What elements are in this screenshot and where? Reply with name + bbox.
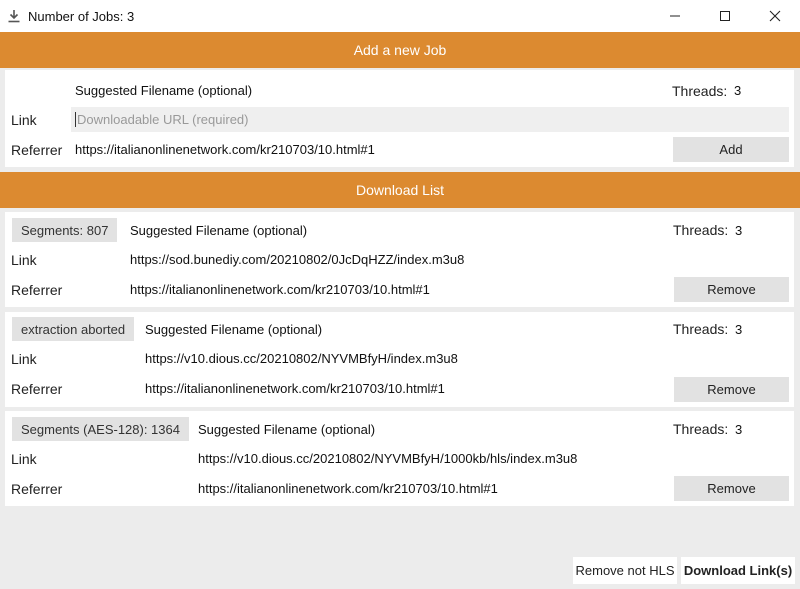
link-label: Link	[11, 112, 37, 128]
maximize-icon	[720, 11, 730, 21]
threads-value[interactable]: 3	[735, 322, 742, 337]
job-status-badge: Segments (AES-128): 1364	[12, 417, 189, 441]
referrer-value: https://italianonlinenetwork.com/kr21070…	[130, 282, 430, 297]
remove-button[interactable]: Remove	[674, 377, 789, 402]
remove-not-hls-button[interactable]: Remove not HLS	[573, 557, 677, 584]
link-label: Link	[11, 451, 37, 467]
threads-label: Threads:	[672, 83, 728, 99]
threads-value[interactable]: 3	[735, 422, 742, 437]
title-bar: Number of Jobs: 3	[0, 0, 800, 32]
close-icon	[769, 10, 781, 22]
filename-field[interactable]: Suggested Filename (optional)	[130, 223, 307, 238]
link-label: Link	[11, 351, 37, 367]
link-input[interactable]: Downloadable URL (required)	[71, 107, 789, 132]
job-panel: Segments: 807 Suggested Filename (option…	[5, 212, 794, 307]
download-list-header: Download List	[0, 172, 800, 208]
minimize-button[interactable]	[650, 0, 700, 32]
referrer-label: Referrer	[11, 282, 63, 298]
referrer-input[interactable]: https://italianonlinenetwork.com/kr21070…	[75, 142, 375, 157]
referrer-value: https://italianonlinenetwork.com/kr21070…	[145, 381, 445, 396]
download-icon	[8, 10, 20, 23]
remove-button[interactable]: Remove	[674, 476, 789, 501]
job-status-badge: extraction aborted	[12, 317, 135, 341]
threads-label: Threads:	[673, 321, 729, 337]
filename-field[interactable]: Suggested Filename (optional)	[75, 83, 252, 98]
referrer-label: Referrer	[11, 381, 63, 397]
filename-field[interactable]: Suggested Filename (optional)	[198, 422, 375, 437]
close-button[interactable]	[750, 0, 800, 32]
remove-button[interactable]: Remove	[674, 277, 789, 302]
threads-label: Threads:	[673, 222, 729, 238]
referrer-value: https://italianonlinenetwork.com/kr21070…	[198, 481, 498, 496]
add-job-header: Add a new Job	[0, 32, 800, 68]
job-panel: Segments (AES-128): 1364 Suggested Filen…	[5, 411, 794, 506]
text-caret	[75, 112, 76, 127]
add-job-panel: Suggested Filename (optional) Threads: 3…	[5, 70, 794, 167]
threads-value[interactable]: 3	[735, 223, 742, 238]
job-status-badge: Segments: 807	[12, 218, 118, 242]
threads-input[interactable]: 3	[734, 83, 741, 98]
link-value: https://sod.bunediy.com/20210802/0JcDqHZ…	[130, 252, 465, 267]
window-title: Number of Jobs: 3	[28, 8, 135, 24]
referrer-label: Referrer	[11, 481, 63, 497]
add-button[interactable]: Add	[673, 137, 789, 162]
link-label: Link	[11, 252, 37, 268]
link-placeholder: Downloadable URL (required)	[77, 112, 249, 127]
maximize-button[interactable]	[700, 0, 750, 32]
threads-label: Threads:	[673, 421, 729, 437]
link-value: https://v10.dious.cc/20210802/NYVMBfyH/i…	[145, 351, 458, 366]
filename-field[interactable]: Suggested Filename (optional)	[145, 322, 322, 337]
window-controls	[650, 0, 800, 32]
link-value: https://v10.dious.cc/20210802/NYVMBfyH/1…	[198, 451, 578, 466]
referrer-label: Referrer	[11, 142, 63, 158]
minimize-icon	[670, 15, 680, 17]
download-links-button[interactable]: Download Link(s)	[681, 557, 795, 584]
job-panel: extraction aborted Suggested Filename (o…	[5, 312, 794, 407]
